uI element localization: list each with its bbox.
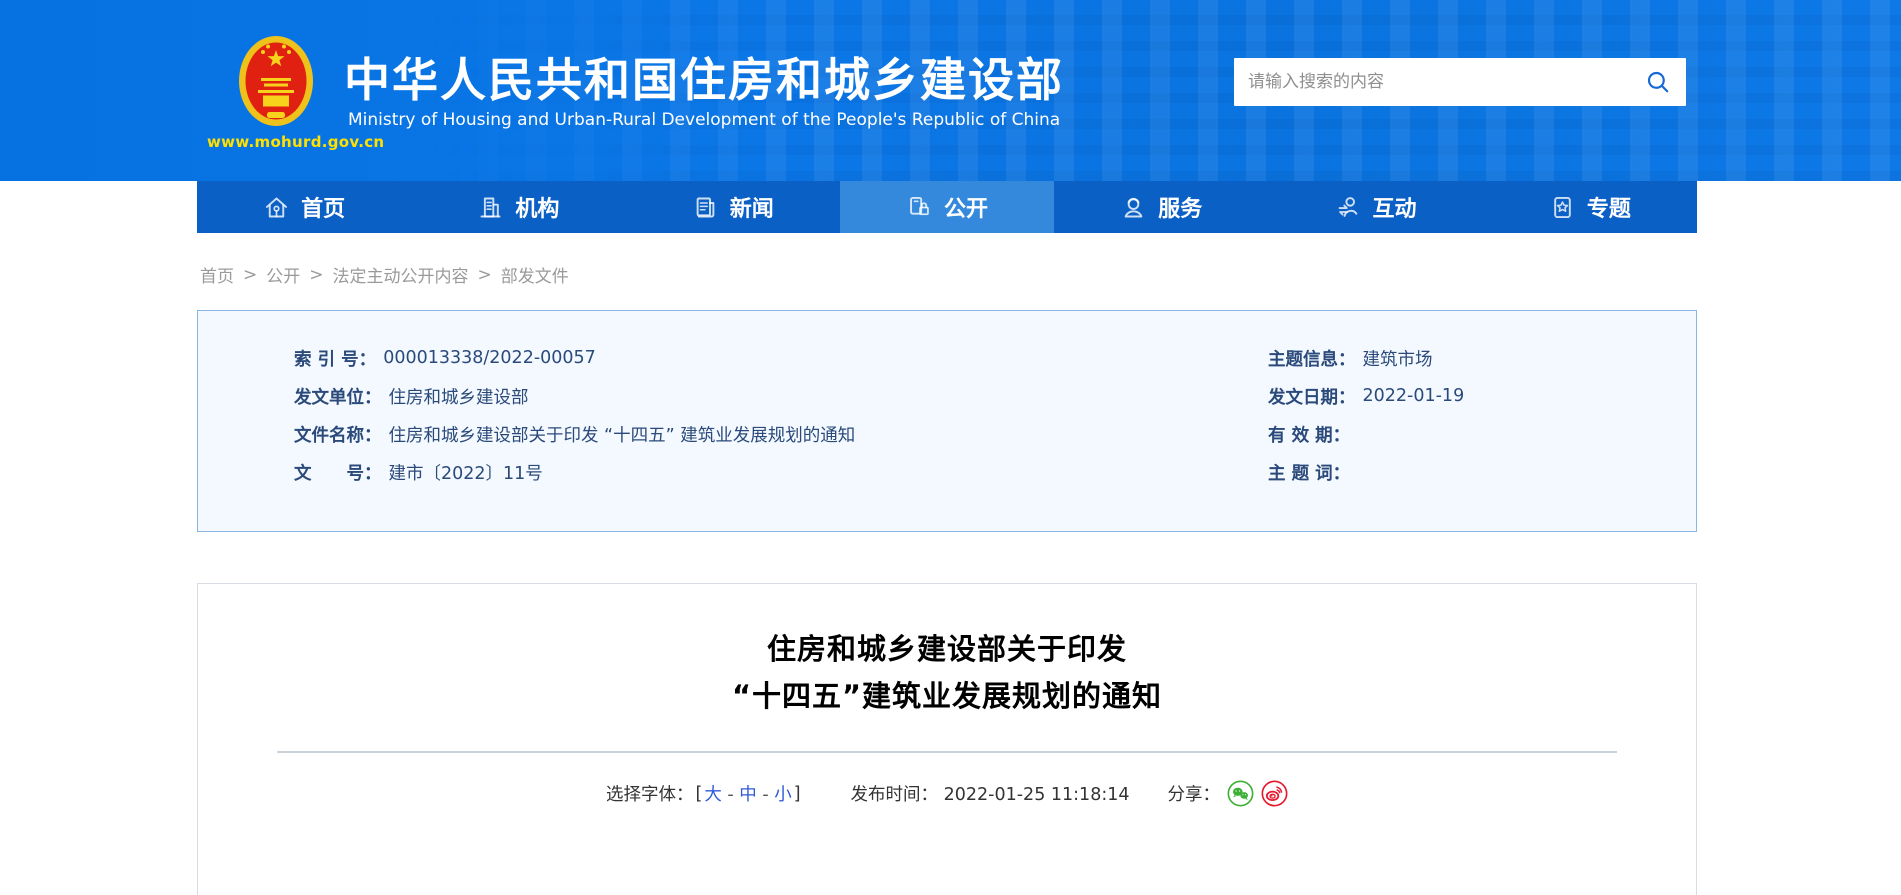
doc-meta-box: 索 引 号：000013338/2022-00057发文单位：住房和城乡建设部文… <box>197 310 1697 532</box>
nav-label: 服务 <box>1158 191 1202 223</box>
search-button[interactable] <box>1630 58 1686 106</box>
interaction-icon <box>1335 194 1362 221</box>
publish-time-group: 发布时间： 2022-01-25 11:18:14 <box>851 781 1130 806</box>
meta-label: 主题信息： <box>1268 346 1356 371</box>
disclosure-icon <box>906 194 933 221</box>
share-label: 分享： <box>1168 781 1221 806</box>
home-icon <box>263 194 290 221</box>
nav-item-6[interactable]: 互动 <box>1268 181 1482 233</box>
page: www.mohurd.gov.cn 中华人民共和国住房和城乡建设部 Minist… <box>0 0 1901 895</box>
nav-label: 公开 <box>944 191 988 223</box>
wechat-icon[interactable] <box>1227 780 1254 807</box>
share-group: 分享： <box>1168 780 1289 807</box>
meta-label: 发文日期： <box>1268 384 1356 409</box>
main-nav: 首页 机构 新闻 公开 服务 互动 专题 <box>197 181 1697 233</box>
publish-time-value: 2022-01-25 11:18:14 <box>944 785 1130 805</box>
meta-label: 索 引 号： <box>294 346 376 371</box>
breadcrumb-separator: > <box>478 265 492 285</box>
site-title: 中华人民共和国住房和城乡建设部 <box>344 44 1064 110</box>
meta-value: 建筑市场 <box>1363 346 1433 371</box>
meta-value: 建市〔2022〕11号 <box>389 460 543 485</box>
site-header: www.mohurd.gov.cn 中华人民共和国住房和城乡建设部 Minist… <box>0 0 1901 181</box>
search-icon <box>1645 69 1671 95</box>
nav-item-5[interactable]: 服务 <box>1054 181 1268 233</box>
weibo-icon[interactable] <box>1261 780 1288 807</box>
meta-value: 住房和城乡建设部 <box>389 384 529 409</box>
organization-icon <box>477 194 504 221</box>
meta-label: 文 号： <box>294 460 382 485</box>
article-box: 住房和城乡建设部关于印发 “十四五”建筑业发展规划的通知 选择字体： [ 大 -… <box>197 583 1697 895</box>
breadcrumb-link-4[interactable]: 部发文件 <box>501 262 569 287</box>
doc-meta-right-column: 主题信息： 建筑市场发文日期： 2022-01-19 有 效 期： 主 题 词： <box>1268 339 1464 491</box>
article-info-row: 选择字体： [ 大 - 中 - 小 ] 发布时间： 2022-01-25 11:… <box>198 780 1696 807</box>
font-size-selector: 大 - 中 - 小 <box>704 781 791 806</box>
meta-label: 主 题 词： <box>1268 460 1350 485</box>
publish-time-label: 发布时间： <box>851 785 939 805</box>
special-topic-icon <box>1549 194 1576 221</box>
meta-row: 文 号： 建市〔2022〕11号 <box>294 453 855 491</box>
nav-item-3[interactable]: 新闻 <box>626 181 840 233</box>
article-title-line1: 住房和城乡建设部关于印发 <box>198 626 1696 673</box>
meta-label: 有 效 期： <box>1268 422 1350 447</box>
meta-value: 住房和城乡建设部关于印发 “十四五” 建筑业发展规划的通知 <box>389 422 856 447</box>
news-icon <box>692 194 719 221</box>
nav-label: 专题 <box>1587 191 1631 223</box>
doc-meta-left-column: 索 引 号：000013338/2022-00057发文单位：住房和城乡建设部文… <box>294 339 855 491</box>
service-icon <box>1120 194 1147 221</box>
font-size-large[interactable]: 大 <box>704 785 722 805</box>
nav-item-7[interactable]: 专题 <box>1483 181 1697 233</box>
search-input[interactable] <box>1234 58 1630 106</box>
meta-value: 2022-01-19 <box>1363 386 1465 406</box>
meta-row: 主 题 词： <box>1268 453 1464 491</box>
meta-value: 000013338/2022-00057 <box>383 348 596 368</box>
national-emblem-icon <box>237 34 315 132</box>
nav-label: 机构 <box>515 191 559 223</box>
font-selector-open-bracket: [ <box>695 784 702 804</box>
nav-item-4[interactable]: 公开 <box>840 181 1054 233</box>
meta-row: 发文单位： 住房和城乡建设部 <box>294 377 855 415</box>
meta-label: 发文单位： <box>294 384 382 409</box>
title-divider <box>277 751 1617 753</box>
font-selector-close-bracket: ] <box>794 784 801 804</box>
meta-row: 主题信息： 建筑市场 <box>1268 339 1464 377</box>
nav-item-2[interactable]: 机构 <box>411 181 625 233</box>
site-subtitle: Ministry of Housing and Urban-Rural Deve… <box>348 110 1060 130</box>
breadcrumb-link-2[interactable]: 公开 <box>266 262 300 287</box>
font-size-small[interactable]: 小 <box>774 785 792 805</box>
meta-row: 文件名称： 住房和城乡建设部关于印发 “十四五” 建筑业发展规划的通知 <box>294 415 855 453</box>
nav-label: 新闻 <box>730 191 774 223</box>
search-box <box>1234 58 1686 106</box>
breadcrumb-separator: > <box>309 265 323 285</box>
breadcrumb-link-3[interactable]: 法定主动公开内容 <box>333 262 469 287</box>
meta-row: 发文日期： 2022-01-19 <box>1268 377 1464 415</box>
article-title-line2: “十四五”建筑业发展规划的通知 <box>198 673 1696 720</box>
breadcrumb-link-1[interactable]: 首页 <box>200 262 234 287</box>
meta-row: 索 引 号： 000013338/2022-00057 <box>294 339 855 377</box>
font-selector-label: 选择字体： <box>606 781 694 806</box>
site-url: www.mohurd.gov.cn <box>207 133 357 151</box>
nav-label: 首页 <box>301 191 345 223</box>
breadcrumb-separator: > <box>243 265 257 285</box>
meta-row: 有 效 期： <box>1268 415 1464 453</box>
meta-label: 文件名称： <box>294 422 382 447</box>
nav-item-1[interactable]: 首页 <box>197 181 411 233</box>
font-size-medium[interactable]: 中 <box>739 785 757 805</box>
nav-label: 互动 <box>1373 191 1417 223</box>
font-size-dash: - <box>757 785 774 805</box>
font-size-dash: - <box>722 785 739 805</box>
breadcrumb: 首页 > 公开 > 法定主动公开内容 > 部发文件 <box>200 262 569 287</box>
